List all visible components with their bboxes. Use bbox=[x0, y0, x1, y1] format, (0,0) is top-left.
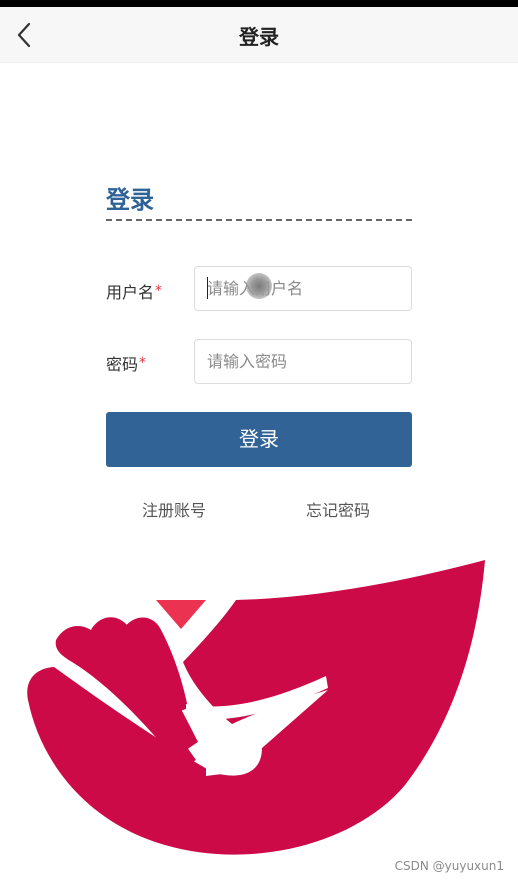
nav-bar: 登录 bbox=[0, 7, 518, 63]
password-label-text: 密码 bbox=[106, 355, 139, 374]
register-link[interactable]: 注册账号 bbox=[142, 497, 206, 521]
login-button[interactable]: 登录 bbox=[106, 412, 412, 467]
window-top-band bbox=[0, 0, 518, 7]
password-input[interactable] bbox=[194, 339, 412, 384]
touch-cursor-indicator bbox=[246, 273, 272, 299]
username-label-text: 用户名 bbox=[106, 283, 155, 302]
hand-heart-logo bbox=[27, 560, 486, 855]
watermark: CSDN @yuyuxun1 bbox=[394, 859, 504, 873]
form-heading: 登录 bbox=[106, 186, 154, 214]
logo-triangle bbox=[156, 600, 206, 629]
required-mark: * bbox=[139, 355, 147, 371]
nav-title: 登录 bbox=[239, 25, 279, 49]
forgot-password-link[interactable]: 忘记密码 bbox=[306, 497, 370, 521]
heading-divider bbox=[106, 219, 412, 221]
username-label: 用户名* bbox=[106, 279, 162, 303]
required-mark: * bbox=[155, 283, 163, 299]
username-input[interactable] bbox=[194, 266, 412, 311]
password-label: 密码* bbox=[106, 351, 146, 375]
text-caret bbox=[207, 277, 208, 299]
